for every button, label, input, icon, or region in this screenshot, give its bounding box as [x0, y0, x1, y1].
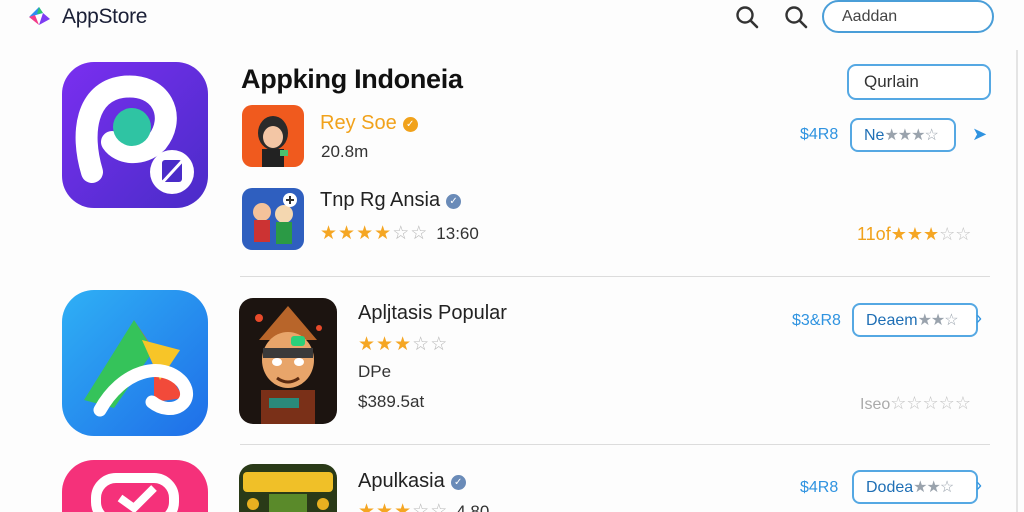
app-price-text: $389.5at: [358, 392, 425, 411]
star-icon: ☆: [938, 393, 955, 413]
star-icon: ☆: [430, 501, 449, 512]
chevron-right-icon[interactable]: ›: [976, 475, 982, 496]
verified-badge-icon: ✓: [450, 475, 466, 490]
verified-badge-icon: ✓: [446, 194, 462, 209]
rating-stars: ★★★☆☆: [358, 333, 448, 356]
install-button-label: Ne: [864, 127, 885, 144]
price: $3&R8: [792, 312, 841, 329]
star-icon: ★: [890, 224, 907, 244]
star-icon: ☆: [955, 224, 972, 244]
star-icon: ☆: [922, 393, 939, 413]
star-icon: ★: [374, 223, 393, 244]
app-name-text[interactable]: Tnp Rg Ansia: [320, 189, 440, 211]
game-characters-icon[interactable]: [242, 188, 304, 250]
verified-badge-icon: ✓: [402, 117, 418, 132]
install-button[interactable]: Dodea★★☆: [852, 470, 978, 504]
star-icon: ☆: [412, 501, 431, 512]
app-detail: DPe: [358, 362, 392, 381]
rating-stars: ★★★★☆☆ 13:60: [320, 222, 479, 245]
button-stars: ★★☆: [917, 312, 959, 329]
section-title: Appking Indoneia: [241, 64, 463, 94]
divider: [240, 276, 990, 277]
star-icon: ★: [358, 334, 377, 355]
button-stars: ★★☆: [913, 479, 954, 496]
rating-count: 13:60: [436, 224, 479, 243]
star-icon: ★: [356, 223, 375, 244]
star-icon: ★: [394, 501, 413, 512]
rating-stars: ★★★☆☆ 4.80: [358, 500, 489, 512]
app-name[interactable]: Apulkasia ✓: [358, 470, 466, 493]
star-icon: ★: [394, 334, 413, 355]
app-name[interactable]: Rey Soe ✓: [320, 112, 418, 135]
install-button-label: Dodea: [866, 479, 914, 496]
install-button[interactable]: Deaem★★☆: [852, 303, 978, 337]
star-icon: ★: [922, 224, 940, 244]
chevron-right-icon[interactable]: ➤: [972, 124, 987, 145]
quick-search-button[interactable]: Qurlain: [847, 64, 991, 100]
star-icon: ★: [358, 501, 377, 512]
app-title[interactable]: AppStore: [62, 5, 147, 29]
search-icon[interactable]: [733, 3, 761, 31]
star-icon: ☆: [906, 393, 923, 413]
star-icon: ☆: [939, 224, 956, 244]
install-button-label: Deaem: [866, 312, 918, 329]
star-icon: ☆: [430, 334, 449, 355]
right-rating: Iseo☆☆☆☆☆: [860, 393, 971, 414]
app-name-text[interactable]: Rey Soe: [320, 112, 397, 134]
app-size: 20.8m: [321, 142, 369, 161]
star-icon: ★: [320, 223, 339, 244]
avatar-app-icon[interactable]: [242, 105, 304, 167]
star-icon: ☆: [954, 393, 971, 413]
rating-label: 11of: [857, 224, 891, 244]
right-rating: 11of★★★☆☆: [857, 224, 971, 245]
divider: [240, 444, 990, 445]
rating-label: Iseo: [860, 396, 891, 413]
hero-game-icon[interactable]: [239, 298, 337, 424]
search-icon[interactable]: [782, 3, 810, 31]
scrollbar[interactable]: [1016, 50, 1018, 512]
picsart-style-icon[interactable]: [62, 62, 208, 208]
chevron-right-icon[interactable]: ›: [976, 308, 982, 329]
app-name[interactable]: Apljtasis Popular: [358, 302, 507, 325]
star-icon: ★: [376, 334, 395, 355]
rating-count: 4.80: [456, 502, 490, 512]
price: $4R8: [800, 479, 839, 496]
star-icon: ★: [376, 501, 395, 512]
app-name-text[interactable]: Apulkasia: [358, 470, 445, 492]
star-icon: ★: [906, 224, 923, 244]
price: $4R8: [800, 126, 839, 143]
coins-game-icon[interactable]: [239, 464, 337, 512]
install-button[interactable]: Ne★★★☆: [850, 118, 956, 152]
top-bar: AppStore: [0, 0, 1024, 36]
pink-app-icon[interactable]: [62, 460, 208, 512]
app-name[interactable]: Tnp Rg Ansia ✓: [320, 189, 462, 212]
star-icon: ★: [338, 223, 357, 244]
drive-style-icon[interactable]: [62, 290, 208, 436]
star-icon: ☆: [392, 223, 411, 244]
star-icon: ☆: [410, 223, 429, 244]
appstore-logo-icon[interactable]: [26, 5, 52, 27]
search-input[interactable]: [822, 0, 994, 33]
star-icon: ☆: [890, 393, 907, 413]
button-stars: ★★★☆: [884, 127, 938, 144]
star-icon: ☆: [412, 334, 431, 355]
